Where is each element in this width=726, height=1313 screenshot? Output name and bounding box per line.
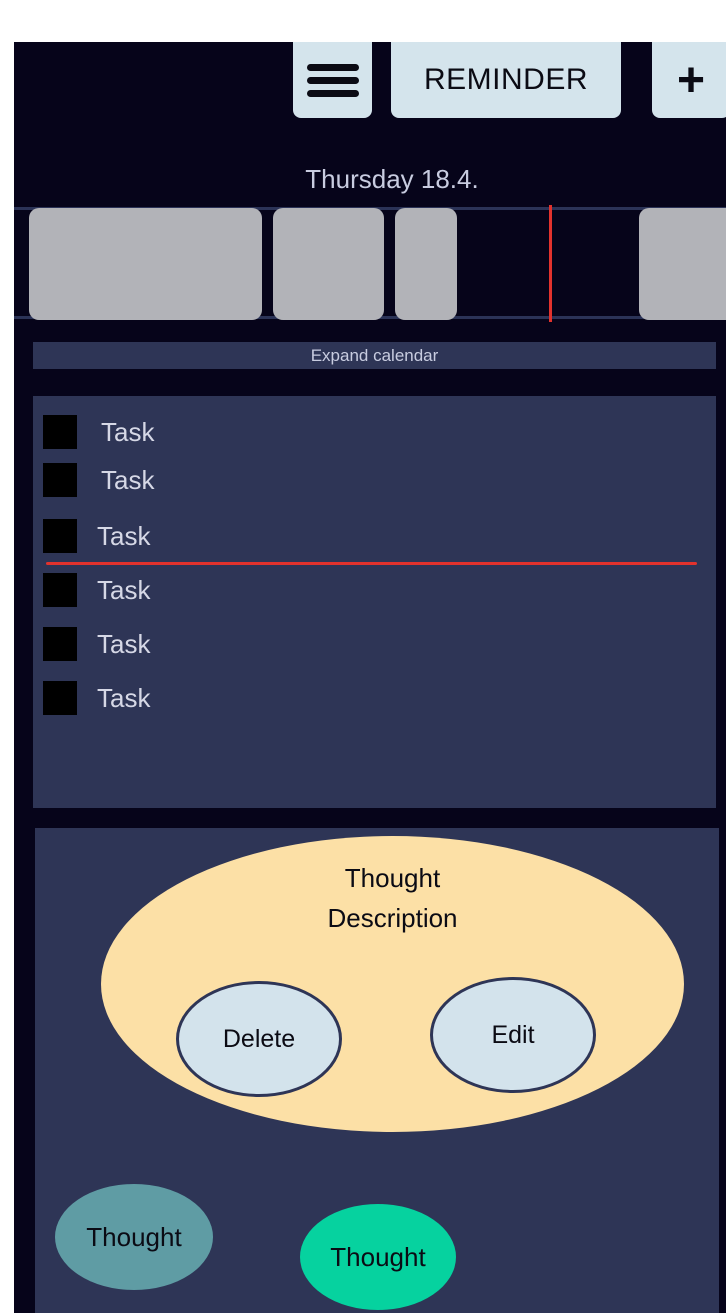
selected-thought-bubble[interactable]: Thought Description Delete Edit — [101, 836, 684, 1132]
thought-text: Thought Description — [101, 858, 684, 938]
task-label: Task — [101, 464, 155, 495]
date-label: Thursday 18.4. — [305, 164, 479, 194]
add-button[interactable]: + — [652, 42, 726, 118]
thought-bubble[interactable]: Thought — [300, 1204, 456, 1310]
task-item[interactable]: Task — [43, 463, 154, 497]
expand-calendar-button[interactable]: Expand calendar — [33, 342, 716, 369]
thought-description: Description — [327, 903, 458, 933]
calendar-event-block[interactable] — [29, 208, 262, 320]
hamburger-menu-icon — [306, 63, 359, 97]
task-checkbox[interactable] — [43, 681, 77, 715]
task-item[interactable]: Task — [43, 519, 150, 553]
thoughts-panel: Thought Description Delete Edit Thought … — [35, 828, 719, 1313]
task-label: Task — [101, 416, 155, 447]
task-list: Task Task Task Task Task Task — [33, 396, 716, 808]
task-item[interactable]: Task — [43, 681, 150, 715]
menu-button[interactable] — [293, 42, 372, 118]
task-item[interactable]: Task — [43, 627, 150, 661]
task-checkbox[interactable] — [43, 627, 77, 661]
task-divider-line — [46, 562, 697, 565]
task-checkbox[interactable] — [43, 519, 77, 553]
task-checkbox[interactable] — [43, 573, 77, 607]
edit-button[interactable]: Edit — [430, 977, 596, 1093]
task-label: Task — [97, 628, 151, 659]
task-label: Task — [97, 574, 151, 605]
calendar-event-block[interactable] — [395, 208, 457, 320]
thought-title: Thought — [344, 863, 441, 893]
task-checkbox[interactable] — [43, 415, 77, 449]
app-screen: REMINDER + Thursday 18.4. Expand calenda… — [14, 42, 726, 1313]
task-item[interactable]: Task — [43, 415, 154, 449]
delete-button[interactable]: Delete — [176, 981, 342, 1097]
task-checkbox[interactable] — [43, 463, 77, 497]
thought-bubble[interactable]: Thought — [55, 1184, 213, 1290]
current-time-indicator — [549, 205, 552, 322]
reminder-button[interactable]: REMINDER — [391, 42, 621, 118]
task-label: Task — [97, 682, 151, 713]
calendar-event-block[interactable] — [273, 208, 384, 320]
task-item[interactable]: Task — [43, 573, 150, 607]
calendar-event-block[interactable] — [639, 208, 726, 320]
task-label: Task — [97, 520, 151, 551]
